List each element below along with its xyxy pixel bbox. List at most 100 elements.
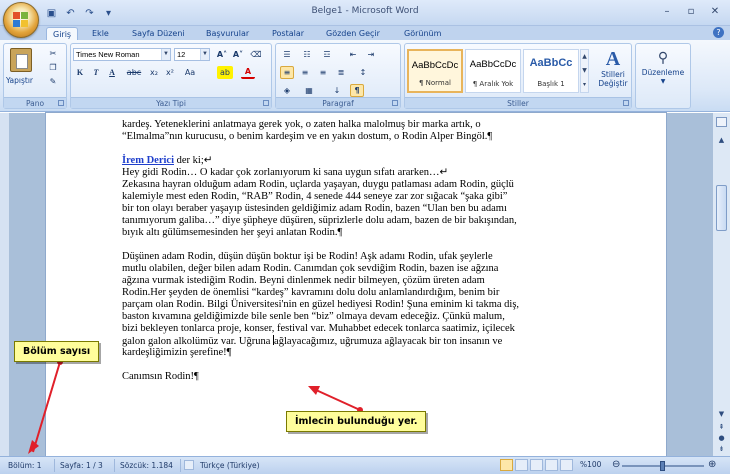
highlight-icon[interactable]: ab <box>217 66 233 79</box>
style-normal[interactable]: AaBbCcDc ¶ Normal <box>407 49 463 93</box>
page-indicator[interactable]: Sayfa: 1 / 3 <box>60 461 103 470</box>
scroll-up-icon[interactable]: ▲ <box>716 135 727 146</box>
language-indicator[interactable]: Türkçe (Türkiye) <box>200 461 260 470</box>
copy-icon[interactable]: ❐ <box>46 61 60 74</box>
superscript-button[interactable]: x² <box>163 66 177 79</box>
author-name[interactable]: İrem Derici <box>122 155 174 166</box>
decrease-indent-icon[interactable]: ⇤ <box>346 48 360 61</box>
zoom-in-icon[interactable]: ⊕ <box>708 459 716 470</box>
tab-home[interactable]: Giriş <box>46 27 79 40</box>
document-text[interactable]: kardeş. Yeteneklerini anlatmaya gerek yo… <box>122 119 642 383</box>
zoom-level[interactable]: %100 <box>580 460 601 469</box>
tab-insert[interactable]: Ekle <box>86 27 115 40</box>
proofing-icon[interactable] <box>184 460 194 470</box>
scroll-thumb[interactable] <box>716 185 727 231</box>
section-indicator[interactable]: Bölüm: 1 <box>8 461 42 470</box>
dialog-launcher-icon[interactable] <box>623 100 629 106</box>
document-line[interactable]: “Elmalma”nın kurucusu, o benim kardeşim … <box>122 131 642 143</box>
office-button[interactable] <box>3 2 39 38</box>
bullets-icon[interactable]: ☰ <box>280 48 294 61</box>
vertical-scrollbar[interactable]: ▲ ▼ ⇞ ● ⇟ <box>712 113 730 456</box>
font-color-icon[interactable]: A <box>241 66 255 79</box>
change-styles-button[interactable]: A Stilleri Değiştir <box>593 48 633 88</box>
document-line[interactable] <box>122 239 642 251</box>
close-button[interactable]: ✕ <box>704 3 726 19</box>
document-line[interactable]: kalemiyle mest eden Rodin, “RAB” Rodin, … <box>122 191 642 203</box>
italic-button[interactable]: T <box>89 66 103 79</box>
next-page-icon[interactable]: ⇟ <box>716 444 727 455</box>
dialog-launcher-icon[interactable] <box>392 100 398 106</box>
clear-format-icon[interactable]: ⌫ <box>249 48 263 61</box>
dialog-launcher-icon[interactable] <box>263 100 269 106</box>
style-heading-1[interactable]: AaBbCc Başlık 1 <box>523 49 579 93</box>
draft-icon[interactable] <box>560 459 573 471</box>
word-count[interactable]: Sözcük: 1.184 <box>120 461 173 470</box>
tab-mailings[interactable]: Postalar <box>266 27 310 40</box>
zoom-out-icon[interactable]: ⊖ <box>612 459 620 470</box>
minimize-button[interactable]: – <box>656 3 678 19</box>
bold-button[interactable]: K <box>73 66 87 79</box>
previous-page-icon[interactable]: ⇞ <box>716 422 727 433</box>
shrink-font-icon[interactable]: A˅ <box>231 48 245 61</box>
view-ruler-icon[interactable] <box>716 117 727 127</box>
help-icon[interactable]: ? <box>713 27 724 38</box>
style-no-spacing[interactable]: AaBbCcDc ¶ Aralık Yok <box>465 49 521 93</box>
select-browse-object-icon[interactable]: ● <box>716 433 727 444</box>
tab-references[interactable]: Başvurular <box>200 27 255 40</box>
document-line[interactable]: Canımsın Rodin!¶ <box>122 371 642 383</box>
font-size-combo[interactable]: 12 ▼ <box>174 48 210 61</box>
document-line[interactable] <box>122 359 642 371</box>
styles-scroll[interactable]: ▲ ▼ ▾ <box>580 49 589 93</box>
document-line[interactable]: bir ton olayı beraber yaşayıp üstesinden… <box>122 203 642 215</box>
print-layout-icon[interactable] <box>500 459 513 471</box>
paste-icon[interactable] <box>10 48 32 72</box>
maximize-button[interactable]: ▫ <box>680 3 702 19</box>
document-line[interactable]: Hey gidi Rodin… O kadar çok zorlanıyorum… <box>122 167 642 179</box>
line-spacing-icon[interactable]: ↕ <box>356 66 370 79</box>
document-line[interactable]: galon galon alkolümüz var. Uğruna ağlaya… <box>122 335 642 347</box>
document-line[interactable]: bıyık altı gülümsemesinden her şeyi anla… <box>122 227 642 239</box>
document-line[interactable]: mutlu olabilen, değer bilen adam Rodin. … <box>122 263 642 275</box>
document-line[interactable]: kardeşliğimizin şerefine!¶ <box>122 347 642 359</box>
document-line[interactable]: Düşünen adam Rodin, düşün düşün boktur i… <box>122 251 642 263</box>
document-line[interactable]: tanımıyorum galiba…” diye şüpheye düşüre… <box>122 215 642 227</box>
change-case-button[interactable]: Aa <box>181 66 199 79</box>
document-line[interactable]: baston kıvamına geldiğimizde bile senle … <box>122 311 642 323</box>
paste-label[interactable]: Yapıştır <box>6 76 33 85</box>
document-page[interactable]: kardeş. Yeteneklerini anlatmaya gerek yo… <box>46 113 666 456</box>
justify-icon[interactable]: ≣ <box>334 66 348 79</box>
cut-icon[interactable]: ✂ <box>46 47 60 60</box>
format-painter-icon[interactable]: ✎ <box>46 75 60 88</box>
underline-button[interactable]: A <box>105 66 119 79</box>
document-line[interactable]: Zekasına hayran olduğum adam Rodin, uçla… <box>122 179 642 191</box>
multilevel-list-icon[interactable]: ☲ <box>320 48 334 61</box>
web-layout-icon[interactable] <box>530 459 543 471</box>
show-formatting-icon[interactable]: ¶ <box>350 84 364 97</box>
align-right-icon[interactable]: ≡ <box>316 66 330 79</box>
document-line[interactable]: İrem Derici der ki;↵ <box>122 155 642 167</box>
increase-indent-icon[interactable]: ⇥ <box>364 48 378 61</box>
align-left-icon[interactable]: ≡ <box>280 66 294 79</box>
scroll-down-icon[interactable]: ▼ <box>716 409 727 420</box>
tab-page-layout[interactable]: Sayfa Düzeni <box>126 27 191 40</box>
strikethrough-button[interactable]: abc <box>125 66 143 79</box>
align-center-icon[interactable]: ≡ <box>298 66 312 79</box>
full-screen-reading-icon[interactable] <box>515 459 528 471</box>
outline-icon[interactable] <box>545 459 558 471</box>
editing-button[interactable]: ⚲ Düzenleme ▼ <box>636 48 690 86</box>
sort-icon[interactable]: ↓ <box>330 84 344 97</box>
borders-icon[interactable]: ▦ <box>302 84 316 97</box>
document-line[interactable]: parçam olan Rodin. Bilgi Üniversitesi'ni… <box>122 299 642 311</box>
document-line[interactable]: Rodin.Her şeyden de önemlisi “kardeş” ka… <box>122 287 642 299</box>
tab-view[interactable]: Görünüm <box>398 27 447 40</box>
font-name-combo[interactable]: Times New Roman ▼ <box>73 48 171 61</box>
document-line[interactable] <box>122 143 642 155</box>
grow-font-icon[interactable]: A˄ <box>215 48 229 61</box>
dialog-launcher-icon[interactable] <box>58 100 64 106</box>
tab-review[interactable]: Gözden Geçir <box>320 27 386 40</box>
shading-icon[interactable]: ◈ <box>280 84 294 97</box>
document-line[interactable]: ağzına vurmak istediğim Rodin. Beyni din… <box>122 275 642 287</box>
zoom-slider-knob[interactable] <box>660 461 665 471</box>
document-line[interactable]: kardeş. Yeteneklerini anlatmaya gerek yo… <box>122 119 642 131</box>
numbering-icon[interactable]: ☷ <box>300 48 314 61</box>
